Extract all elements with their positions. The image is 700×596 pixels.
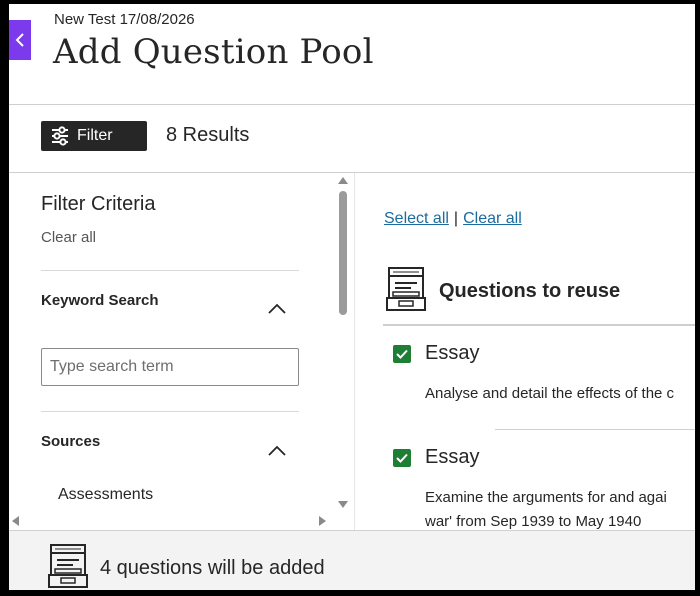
scroll-up-arrow-icon[interactable]	[338, 176, 348, 184]
question-text: Examine the arguments for and agai	[425, 489, 667, 506]
filter-sidebar: Filter Criteria Clear all Keyword Search…	[9, 173, 355, 530]
checkmark-icon	[396, 349, 408, 359]
results-toolbar: Filter 8 Results	[9, 104, 695, 173]
chevron-up-icon[interactable]	[267, 301, 287, 315]
question-checkbox[interactable]	[393, 345, 411, 363]
scrollbar-thumb[interactable]	[339, 191, 347, 315]
keyword-search-title: Keyword Search	[41, 292, 159, 309]
page-title: Add Question Pool	[53, 32, 374, 72]
question-checkbox[interactable]	[393, 449, 411, 467]
scroll-right-arrow-icon[interactable]	[319, 516, 327, 526]
chevron-up-icon[interactable]	[267, 443, 287, 457]
clear-filters-link[interactable]: Clear all	[41, 229, 96, 246]
filter-button[interactable]: Filter	[41, 121, 147, 151]
question-text: war' from Sep 1939 to May 1940	[425, 513, 642, 530]
back-button[interactable]	[9, 20, 31, 60]
keyword-search-input[interactable]	[41, 348, 299, 386]
results-count: 8 Results	[166, 124, 250, 146]
source-item-assessments[interactable]: Assessments	[58, 486, 153, 504]
clear-all-link[interactable]: Clear all	[463, 210, 522, 227]
question-type: Essay	[425, 342, 480, 364]
question-text: Analyse and detail the effects of the c	[425, 385, 675, 402]
select-all-link[interactable]: Select all	[384, 210, 449, 227]
divider	[41, 411, 299, 412]
chevron-left-icon	[15, 33, 24, 47]
add-question-pool-panel: New Test 17/08/2026 Add Question Pool Fi…	[9, 4, 695, 590]
pool-title: Questions to reuse	[439, 280, 621, 302]
test-name: New Test 17/08/2026	[54, 11, 195, 28]
divider	[41, 270, 299, 271]
scroll-left-arrow-icon[interactable]	[11, 516, 19, 526]
selection-links: Select all | Clear all	[384, 210, 522, 228]
filter-button-label: Filter	[77, 127, 113, 144]
filter-criteria-title: Filter Criteria	[41, 193, 156, 215]
question-pool-icon	[48, 544, 88, 588]
vertical-scrollbar[interactable]	[334, 173, 352, 513]
link-separator: |	[453, 210, 459, 227]
question-type: Essay	[425, 446, 480, 468]
question-divider	[495, 429, 695, 430]
question-pool-icon	[386, 267, 426, 311]
pool-divider	[383, 324, 695, 326]
summary-footer: 4 questions will be added	[9, 530, 695, 590]
horizontal-scrollbar[interactable]	[9, 511, 334, 529]
page-header: New Test 17/08/2026 Add Question Pool	[9, 4, 695, 105]
question-results: Select all | Clear all Questions to reuse …	[355, 173, 695, 530]
scroll-down-arrow-icon[interactable]	[338, 501, 348, 509]
questions-added-summary: 4 questions will be added	[100, 557, 325, 579]
sources-title: Sources	[41, 433, 101, 450]
filter-sliders-icon	[52, 126, 68, 146]
checkmark-icon	[396, 453, 408, 463]
